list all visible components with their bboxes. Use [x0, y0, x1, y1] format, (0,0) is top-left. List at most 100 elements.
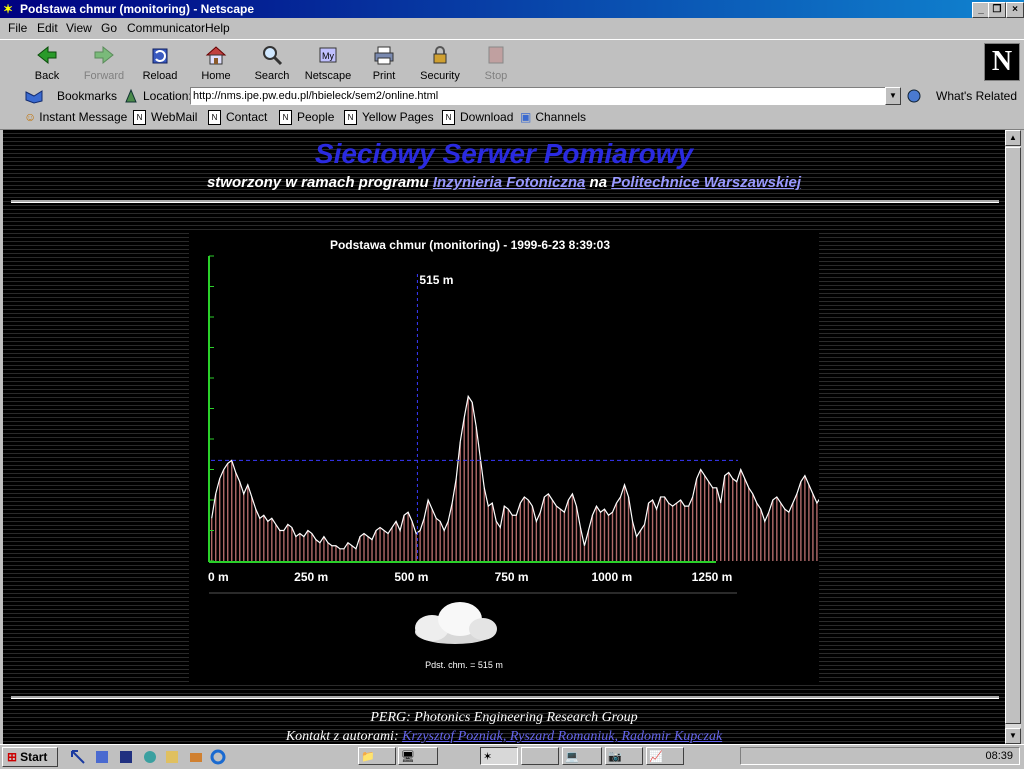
contact-link[interactable]: N Contact: [208, 110, 267, 126]
vertical-scrollbar[interactable]: ▲ ▼: [1005, 130, 1021, 744]
chart-bar: [399, 530, 401, 561]
chart-title: Podstawa chmur (monitoring) - 1999-6-23 …: [330, 238, 610, 252]
chart-bar: [744, 478, 746, 561]
chart-bar: [355, 548, 357, 561]
chart-bar: [219, 478, 221, 561]
menu-edit[interactable]: Edit: [37, 21, 58, 35]
webmail-link[interactable]: N WebMail: [133, 110, 197, 126]
chart-bar: [671, 506, 674, 561]
chart-bar: [527, 500, 530, 561]
taskbar-item[interactable]: 💻: [562, 747, 602, 765]
chart-bar: [567, 500, 570, 561]
chart-bar: [279, 530, 281, 561]
chart-bar: [307, 530, 309, 561]
chart-bar: [327, 542, 329, 561]
whats-related-button[interactable]: What's Related: [936, 89, 1017, 103]
chart-bar: [707, 481, 710, 561]
taskbar-item[interactable]: 🖥: [398, 747, 438, 765]
back-button[interactable]: Back: [20, 42, 74, 84]
chart-bar: [679, 500, 682, 561]
quicklaunch-icon[interactable]: [94, 749, 110, 765]
chart-bar: [471, 402, 473, 561]
cloud-base-caption: Pdst. chm. = 515 m: [425, 660, 503, 670]
chart-bar: [295, 536, 297, 561]
close-button[interactable]: ×: [1006, 2, 1024, 18]
chart-bar: [259, 518, 261, 561]
quicklaunch-icon[interactable]: [142, 749, 158, 765]
bookmarks-button[interactable]: Bookmarks: [57, 89, 117, 103]
internet-explorer-icon[interactable]: [210, 749, 226, 765]
quicklaunch-icon[interactable]: [164, 749, 180, 765]
menu-communicator[interactable]: Communicator: [127, 21, 205, 35]
maximize-button[interactable]: ❐: [988, 2, 1006, 18]
taskbar-item[interactable]: 📈: [646, 747, 684, 765]
authors-link[interactable]: Krzysztof Pozniak, Ryszard Romaniuk, Rad…: [402, 729, 722, 744]
forward-button[interactable]: Forward: [77, 42, 131, 84]
netscape-app-icon: ✶: [3, 2, 14, 16]
footer-group: PERG: Photonics Engineering Research Gro…: [370, 710, 638, 725]
location-toolbar: Bookmarks Location: http://nms.ipe.pw.ed…: [0, 86, 1024, 106]
politechnika-warszawska-link[interactable]: Politechnice Warszawskiej: [611, 174, 801, 191]
download-link[interactable]: N Download: [442, 110, 513, 126]
scroll-up-button[interactable]: ▲: [1005, 130, 1021, 146]
chart-bar: [607, 515, 610, 561]
chart-bar: [760, 509, 762, 561]
netscape-button[interactable]: My Netscape: [301, 42, 355, 84]
chart-bar: [331, 545, 333, 561]
taskbar-item[interactable]: 📁: [358, 747, 396, 765]
location-url-field[interactable]: http://nms.ipe.pw.edu.pl/hbieleck/sem2/o…: [190, 87, 886, 105]
menu-view[interactable]: View: [66, 21, 92, 35]
quicklaunch-icon[interactable]: [118, 749, 134, 765]
inzynieria-fotoniczna-link[interactable]: Inzynieria Fotoniczna: [433, 174, 586, 191]
security-button[interactable]: Security: [413, 42, 467, 84]
url-dropdown-button[interactable]: ▼: [885, 87, 901, 105]
title-bar[interactable]: ✶ Podstawa chmur (monitoring) - Netscape…: [0, 0, 1024, 18]
page-icon: N: [344, 110, 357, 126]
chart-bar: [475, 426, 477, 561]
menu-go[interactable]: Go: [101, 21, 117, 35]
chart-bar: [796, 493, 798, 561]
chart-bar: [555, 506, 558, 561]
stop-button[interactable]: Stop: [469, 42, 523, 84]
chart-bar: [691, 496, 694, 561]
home-button[interactable]: Home: [189, 42, 243, 84]
chart-bar: [503, 506, 505, 561]
chart-bar: [539, 512, 542, 561]
stop-icon: [488, 46, 504, 64]
menu-file[interactable]: File: [8, 21, 27, 35]
chart-bar: [784, 509, 786, 561]
instant-message-link[interactable]: ☺ Instant Message: [24, 110, 127, 124]
yellow-pages-link[interactable]: N Yellow Pages: [344, 110, 434, 126]
people-link[interactable]: N People: [279, 110, 334, 126]
menu-help[interactable]: Help: [205, 21, 230, 35]
chart-bar: [531, 506, 534, 561]
forward-arrow-icon: [94, 45, 114, 65]
taskbar-item-netscape[interactable]: ✶: [480, 747, 518, 765]
back-arrow-icon: [37, 45, 57, 65]
channels-link[interactable]: ▣ Channels: [520, 110, 586, 124]
start-button[interactable]: ⊞ Start: [2, 747, 58, 767]
chart-bar: [651, 500, 654, 561]
taskbar-item[interactable]: [521, 747, 559, 765]
clock[interactable]: 08:39: [985, 750, 1013, 762]
chart-bar: [231, 460, 233, 561]
quicklaunch-icon[interactable]: [70, 749, 86, 765]
chart-bar: [772, 500, 774, 561]
chart-bar: [315, 539, 317, 561]
search-button[interactable]: Search: [245, 42, 299, 84]
quicklaunch-icon[interactable]: [188, 749, 204, 765]
scroll-down-button[interactable]: ▼: [1005, 728, 1021, 744]
page-heading: Sieciowy Serwer Pomiarowy: [314, 138, 694, 169]
chart-bar: [239, 481, 241, 561]
taskbar-item[interactable]: 📷: [605, 747, 643, 765]
chart-bar: [699, 469, 702, 561]
chart-bar: [391, 527, 393, 561]
chart-bar: [495, 521, 497, 561]
reload-button[interactable]: Reload: [133, 42, 187, 84]
print-button[interactable]: Print: [357, 42, 411, 84]
chart-bar: [563, 512, 566, 561]
netscape-logo[interactable]: N: [984, 43, 1020, 81]
page-subtitle: stworzony w ramach programu Inzynieria F…: [206, 174, 802, 191]
scroll-thumb[interactable]: [1005, 147, 1021, 724]
chart-bar: [379, 527, 381, 561]
